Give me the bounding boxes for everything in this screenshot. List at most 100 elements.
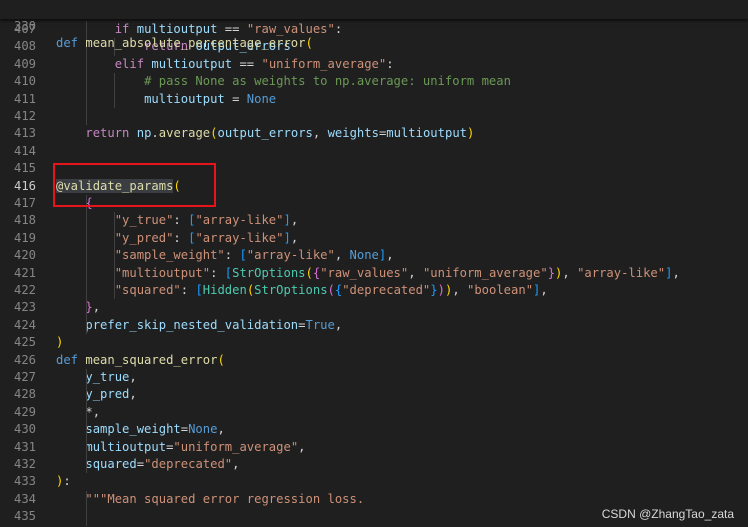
code-text: multioutput="uniform_average", bbox=[56, 439, 306, 456]
code-token: "raw_values" bbox=[246, 22, 335, 36]
code-token: ( bbox=[327, 283, 335, 297]
code-token: , bbox=[217, 422, 225, 437]
line-number: 415 bbox=[13, 161, 36, 176]
code-token: } bbox=[547, 265, 556, 280]
code-token: . bbox=[151, 126, 159, 141]
code-token: = bbox=[136, 457, 145, 471]
code-line[interactable]: 421 "multioutput": [StrOptions({"raw_val… bbox=[0, 265, 748, 282]
line-number: 419 bbox=[13, 230, 36, 245]
code-token: None bbox=[188, 422, 218, 437]
code-token: squared bbox=[85, 457, 137, 471]
indent-guide bbox=[86, 369, 87, 474]
code-line[interactable]: 419 "y_pred": ["array-like"], bbox=[0, 230, 748, 247]
code-token: : bbox=[224, 248, 240, 263]
code-token: # pass None as weights to np.average: un… bbox=[144, 74, 511, 89]
code-line[interactable]: 414 bbox=[0, 143, 748, 160]
code-line[interactable]: 430 sample_weight=None, bbox=[0, 421, 748, 438]
code-token: elif bbox=[114, 56, 145, 71]
code-line[interactable]: 434 """Mean squared error regression los… bbox=[0, 491, 748, 508]
line-number: 421 bbox=[13, 265, 36, 280]
code-token: mean_squared_error bbox=[85, 352, 218, 367]
code-token: , bbox=[408, 265, 423, 280]
code-token: : bbox=[210, 265, 225, 280]
code-token: : bbox=[63, 474, 71, 489]
code-token: "uniform_average" bbox=[173, 439, 299, 454]
code-token: "y_true" bbox=[114, 213, 174, 228]
code-token: "boolean" bbox=[467, 283, 534, 297]
code-text: """Mean squared error regression loss. bbox=[56, 491, 364, 508]
line-number: 424 bbox=[13, 317, 36, 332]
code-line[interactable]: 431 multioutput="uniform_average", bbox=[0, 439, 748, 456]
code-token: = bbox=[298, 317, 306, 332]
line-number: 425 bbox=[13, 335, 36, 350]
code-line[interactable]: 412 bbox=[0, 108, 748, 125]
code-line[interactable]: 410 # pass None as weights to np.average… bbox=[0, 73, 748, 90]
code-text: y_pred, bbox=[56, 386, 136, 403]
code-token: None bbox=[246, 91, 277, 106]
code-text: sample_weight=None, bbox=[56, 421, 225, 438]
code-token: prefer_skip_nested_validation bbox=[85, 317, 299, 332]
code-token: "deprecated" bbox=[342, 283, 431, 297]
code-token: , bbox=[298, 439, 306, 454]
sticky-line[interactable]: 330 def mean_absolute_percentage_error( bbox=[0, 1, 748, 50]
code-token: sample_weight bbox=[85, 422, 181, 437]
code-token: , bbox=[129, 370, 137, 384]
line-number: 418 bbox=[13, 213, 36, 228]
code-token: , bbox=[386, 248, 394, 263]
code-token: multioutput bbox=[386, 126, 467, 141]
code-line[interactable]: 409 elif multioutput == "uniform_average… bbox=[0, 56, 748, 73]
code-text: squared="deprecated", bbox=[56, 456, 239, 473]
line-number: 428 bbox=[13, 387, 36, 402]
code-token: def bbox=[56, 36, 79, 50]
code-line[interactable]: 413 return np.average(output_errors, wei… bbox=[0, 125, 748, 142]
code-token: , bbox=[92, 300, 101, 315]
code-token: None bbox=[349, 248, 379, 263]
code-line[interactable]: 432 squared="deprecated", bbox=[0, 456, 748, 473]
code-line[interactable]: 429 *, bbox=[0, 404, 748, 421]
code-token: "squared" bbox=[114, 283, 181, 297]
code-line[interactable]: 433): bbox=[0, 473, 748, 490]
code-line[interactable]: 423 }, bbox=[0, 299, 748, 316]
code-token: mean_absolute_percentage_error bbox=[85, 36, 306, 50]
line-number: 422 bbox=[13, 283, 36, 297]
code-token: == bbox=[232, 56, 262, 71]
code-line[interactable]: 424 prefer_skip_nested_validation=True, bbox=[0, 317, 748, 334]
code-text: elif multioutput == "uniform_average": bbox=[56, 56, 394, 73]
code-token: , bbox=[290, 230, 299, 245]
code-token: "array-like" bbox=[246, 248, 335, 263]
sticky-scroll-header[interactable]: 330 def mean_absolute_percentage_error( bbox=[0, 0, 748, 50]
code-line[interactable]: 420 "sample_weight": ["array-like", None… bbox=[0, 247, 748, 264]
code-token: , bbox=[92, 404, 101, 419]
watermark: CSDN @ZhangTao_zata bbox=[601, 507, 734, 521]
code-text: def mean_squared_error( bbox=[56, 352, 225, 369]
code-token: : bbox=[173, 230, 189, 245]
code-token: , bbox=[290, 213, 299, 228]
code-text: "squared": [Hidden(StrOptions({"deprecat… bbox=[56, 282, 548, 299]
code-token: """Mean squared error regression loss. bbox=[85, 491, 365, 506]
code-line[interactable]: 427 y_true, bbox=[0, 369, 748, 386]
code-line[interactable]: 425) bbox=[0, 334, 748, 351]
line-number: 412 bbox=[13, 109, 36, 123]
code-line[interactable]: 422 "squared": [Hidden(StrOptions({"depr… bbox=[0, 282, 748, 299]
line-number: 426 bbox=[13, 352, 36, 367]
code-token: multioutput bbox=[85, 439, 167, 454]
code-text: return np.average(output_errors, weights… bbox=[56, 125, 474, 142]
line-number: 434 bbox=[13, 491, 36, 506]
code-text: *, bbox=[56, 404, 100, 421]
code-token: "sample_weight" bbox=[114, 248, 225, 263]
code-token: [ bbox=[195, 283, 203, 297]
code-line[interactable]: 411 multioutput = None bbox=[0, 91, 748, 108]
code-editor[interactable]: 330 def mean_absolute_percentage_error( … bbox=[0, 0, 748, 527]
line-number: 433 bbox=[13, 474, 36, 489]
code-line[interactable]: 428 y_pred, bbox=[0, 386, 748, 403]
code-line[interactable]: 426 def mean_squared_error( bbox=[0, 352, 748, 369]
code-token: "uniform_average" bbox=[261, 56, 387, 71]
code-line[interactable]: 418 "y_true": ["array-like"], bbox=[0, 212, 748, 229]
line-number: 430 bbox=[13, 422, 36, 437]
